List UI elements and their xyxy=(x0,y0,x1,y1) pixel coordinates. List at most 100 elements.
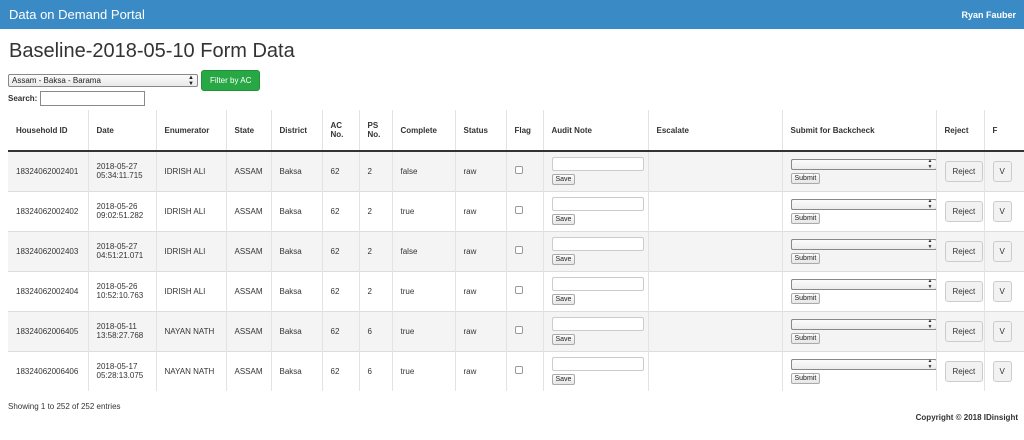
column-header-household-id[interactable]: Household ID xyxy=(8,110,89,152)
audit-note-input[interactable] xyxy=(551,197,644,211)
household-id-cell: 18324062002401 xyxy=(8,150,89,191)
submit-button[interactable]: Submit xyxy=(790,212,821,224)
submit-button[interactable]: Submit xyxy=(790,292,821,304)
view-cell: V xyxy=(984,190,1024,231)
backcheck-select[interactable]: ▲ ▼ xyxy=(790,158,937,170)
household-id-cell: 18324062002403 xyxy=(8,230,89,271)
save-button[interactable]: Save xyxy=(551,374,576,386)
column-header-ac-no[interactable]: AC No. xyxy=(322,110,360,152)
reject-button[interactable]: Reject xyxy=(944,360,984,382)
flag-checkbox[interactable] xyxy=(514,166,523,175)
complete-cell: true xyxy=(392,310,456,351)
view-button[interactable]: V xyxy=(992,320,1012,342)
backcheck-select[interactable]: ▲ ▼ xyxy=(790,198,937,210)
backcheck-select[interactable]: ▲ ▼ xyxy=(790,278,937,290)
filter-by-ac-button[interactable]: Filter by AC xyxy=(201,70,261,91)
search-label: Search: xyxy=(8,94,38,103)
flag-cell xyxy=(506,190,544,231)
save-button[interactable]: Save xyxy=(551,214,576,225)
submit-button[interactable]: Submit xyxy=(790,172,821,184)
table-row: 18324062002403 2018-05-27 04:51:21.071 IDRI… xyxy=(8,230,1024,271)
ac-select[interactable]: Assam - Baksa - Barama ▲ ▼ xyxy=(8,74,198,87)
ac-no-cell: 62 xyxy=(322,310,360,351)
save-button[interactable]: Save xyxy=(551,294,576,305)
column-header-audit-note[interactable]: Audit Note xyxy=(543,110,649,152)
column-header-ps-no[interactable]: PS No. xyxy=(359,110,393,152)
flag-checkbox[interactable] xyxy=(514,366,523,375)
column-header-escalate[interactable]: Escalate xyxy=(648,110,783,152)
flag-checkbox[interactable] xyxy=(514,246,523,254)
escalate-cell xyxy=(648,190,783,231)
date-cell: 2018-05-27 05:34:11.715 xyxy=(88,150,157,191)
column-header-date[interactable]: Date xyxy=(88,110,157,152)
ac-no-cell: 62 xyxy=(322,350,360,391)
submit-button[interactable]: Submit xyxy=(790,332,821,344)
column-header-complete[interactable]: Complete xyxy=(392,110,456,152)
ps-no-cell: 2 xyxy=(359,150,393,191)
search-input[interactable] xyxy=(40,91,146,106)
audit-note-input[interactable] xyxy=(551,317,644,331)
ac-no-cell: 62 xyxy=(322,190,360,231)
status-cell: raw xyxy=(455,350,507,391)
reject-button[interactable]: Reject xyxy=(944,200,984,222)
view-button[interactable]: V xyxy=(992,240,1012,262)
backcheck-select[interactable]: ▲ ▼ xyxy=(790,318,937,330)
date-value: 2018-05-11 xyxy=(96,322,137,331)
column-header-enumerator[interactable]: Enumerator xyxy=(156,110,227,152)
view-cell: V xyxy=(984,310,1024,351)
flag-cell xyxy=(506,150,544,191)
view-button[interactable]: V xyxy=(992,280,1012,302)
audit-note-input[interactable] xyxy=(551,237,644,251)
escalate-cell xyxy=(648,150,783,191)
audit-note-input[interactable] xyxy=(551,277,644,291)
column-header-state[interactable]: State xyxy=(226,110,272,152)
reject-button[interactable]: Reject xyxy=(944,280,984,302)
complete-cell: true xyxy=(392,270,456,311)
column-header-reject[interactable]: Reject xyxy=(936,110,985,152)
flag-checkbox[interactable] xyxy=(514,326,523,334)
state-cell: ASSAM xyxy=(226,230,272,271)
reject-button[interactable]: Reject xyxy=(944,240,984,262)
save-button[interactable]: Save xyxy=(551,254,576,265)
audit-note-input[interactable] xyxy=(551,357,644,372)
search-bar: Search: xyxy=(8,91,146,106)
enumerator-cell: IDRISH ALI xyxy=(156,150,227,191)
submit-button[interactable]: Submit xyxy=(790,372,821,384)
backcheck-cell: ▲ ▼ Submit xyxy=(782,230,937,271)
brand-link[interactable]: Data on Demand Portal xyxy=(9,7,145,22)
column-header-district[interactable]: District xyxy=(271,110,323,152)
view-button[interactable]: V xyxy=(992,200,1012,222)
flag-checkbox[interactable] xyxy=(514,206,523,214)
audit-note-input[interactable] xyxy=(551,157,644,172)
backcheck-select[interactable]: ▲ ▼ xyxy=(790,358,937,370)
view-button[interactable]: V xyxy=(992,360,1012,382)
table-info: Showing 1 to 252 of 252 entries xyxy=(8,402,121,411)
ps-no-cell: 6 xyxy=(359,350,393,391)
save-button[interactable]: Save xyxy=(551,334,576,345)
reject-button[interactable]: Reject xyxy=(944,320,984,342)
backcheck-select[interactable]: ▲ ▼ xyxy=(790,238,937,250)
table-row: 18324062006405 2018-05-11 13:58:27.768 NAYA… xyxy=(8,310,1024,351)
flag-checkbox[interactable] xyxy=(514,286,523,294)
column-header-status[interactable]: Status xyxy=(455,110,507,152)
submit-button[interactable]: Submit xyxy=(790,252,821,264)
district-cell: Baksa xyxy=(271,150,323,191)
table-header-row: Household ID Date Enumerator State District A… xyxy=(8,110,1024,152)
table-row: 18324062002402 2018-05-26 09:02:51.282 IDRI… xyxy=(8,190,1024,231)
save-button[interactable]: Save xyxy=(551,174,576,186)
updown-arrows-icon: ▲ ▼ xyxy=(927,318,933,330)
table-body: 18324062002401 2018-05-27 05:34:11.715 IDRI… xyxy=(8,150,1024,391)
updown-arrows-icon: ▲ ▼ xyxy=(188,74,194,87)
flag-cell xyxy=(506,270,544,311)
filter-bar: Assam - Baksa - Barama ▲ ▼ Filter by AC xyxy=(8,70,261,91)
audit-note-cell: Save xyxy=(543,310,649,351)
district-cell: Baksa xyxy=(271,310,323,351)
column-header-flag[interactable]: Flag xyxy=(506,110,544,152)
column-header-submit-for-backcheck[interactable]: Submit for Backcheck xyxy=(782,110,937,152)
column-header-f[interactable]: F xyxy=(984,110,1024,152)
escalate-cell xyxy=(648,310,783,351)
user-name[interactable]: Ryan Fauber xyxy=(961,10,1016,20)
state-cell: ASSAM xyxy=(226,270,272,311)
reject-button[interactable]: Reject xyxy=(944,160,984,182)
view-button[interactable]: V xyxy=(992,160,1012,182)
